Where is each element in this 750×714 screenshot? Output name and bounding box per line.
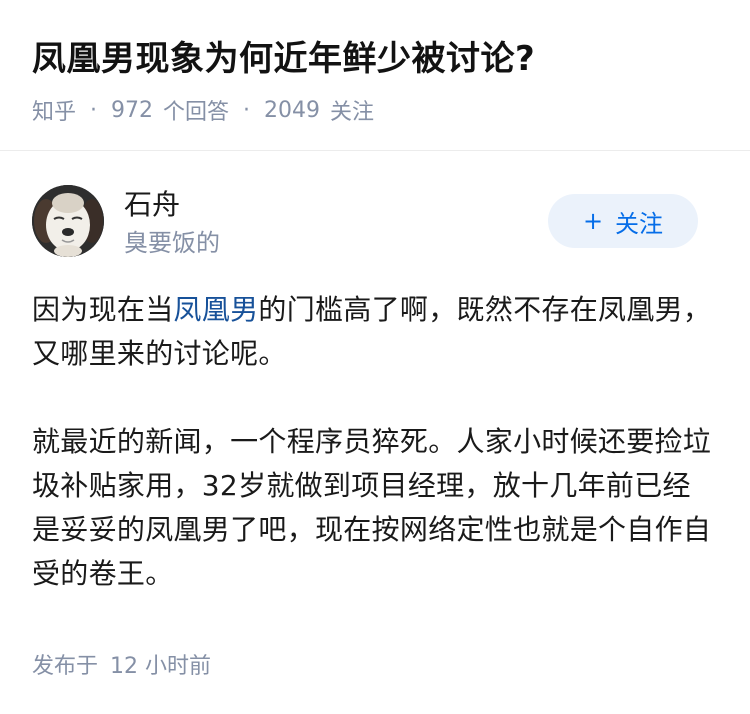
answer-paragraph: 就最近的新闻，一个程序员猝死。人家小时候还要捡垃圾补贴家用，32岁就做到项目经理…: [32, 425, 712, 590]
author-bio: 臭要饭的: [124, 229, 220, 257]
follow-button-label: 关注: [615, 209, 664, 238]
answer-footer: 发布于 12 小时前: [32, 648, 211, 680]
author-card: 石舟 臭要饭的 + 关注: [32, 185, 718, 259]
answer-content: 因为现在当凤凰男的门槛高了啊，既然不存在凤凰男，又哪里来的讨论呢。 就最近的新闻…: [32, 288, 718, 596]
avatar[interactable]: [32, 185, 104, 257]
answer-paragraph: 因为现在当凤凰男的门槛高了啊，既然不存在凤凰男，又哪里来的讨论呢。: [32, 288, 718, 376]
source-label[interactable]: 知乎: [32, 94, 76, 126]
topic-link[interactable]: 凤凰男: [174, 293, 259, 326]
meta-separator: ·: [90, 97, 98, 123]
question-title[interactable]: 凤凰男现象为何近年鲜少被讨论?: [32, 36, 535, 82]
published-time: 12 小时前: [110, 654, 212, 679]
author-name[interactable]: 石舟: [124, 187, 180, 223]
published-label: 发布于: [32, 654, 99, 679]
answer-count-label: 个回答: [163, 100, 230, 125]
meta-separator: ·: [243, 97, 251, 123]
follow-button[interactable]: + 关注: [548, 194, 698, 248]
paragraph-text: 因为现在当: [32, 293, 174, 326]
puppy-avatar-icon: [32, 185, 104, 257]
follow-count-label: 关注: [330, 100, 375, 125]
question-header: 凤凰男现象为何近年鲜少被讨论? 知乎 · 972 个回答 · 2049 关注: [0, 0, 750, 151]
question-meta: 知乎 · 972 个回答 · 2049 关注: [32, 94, 374, 126]
answer-count: 972: [111, 97, 154, 123]
plus-icon: +: [582, 207, 604, 235]
follow-count: 2049: [264, 97, 321, 123]
